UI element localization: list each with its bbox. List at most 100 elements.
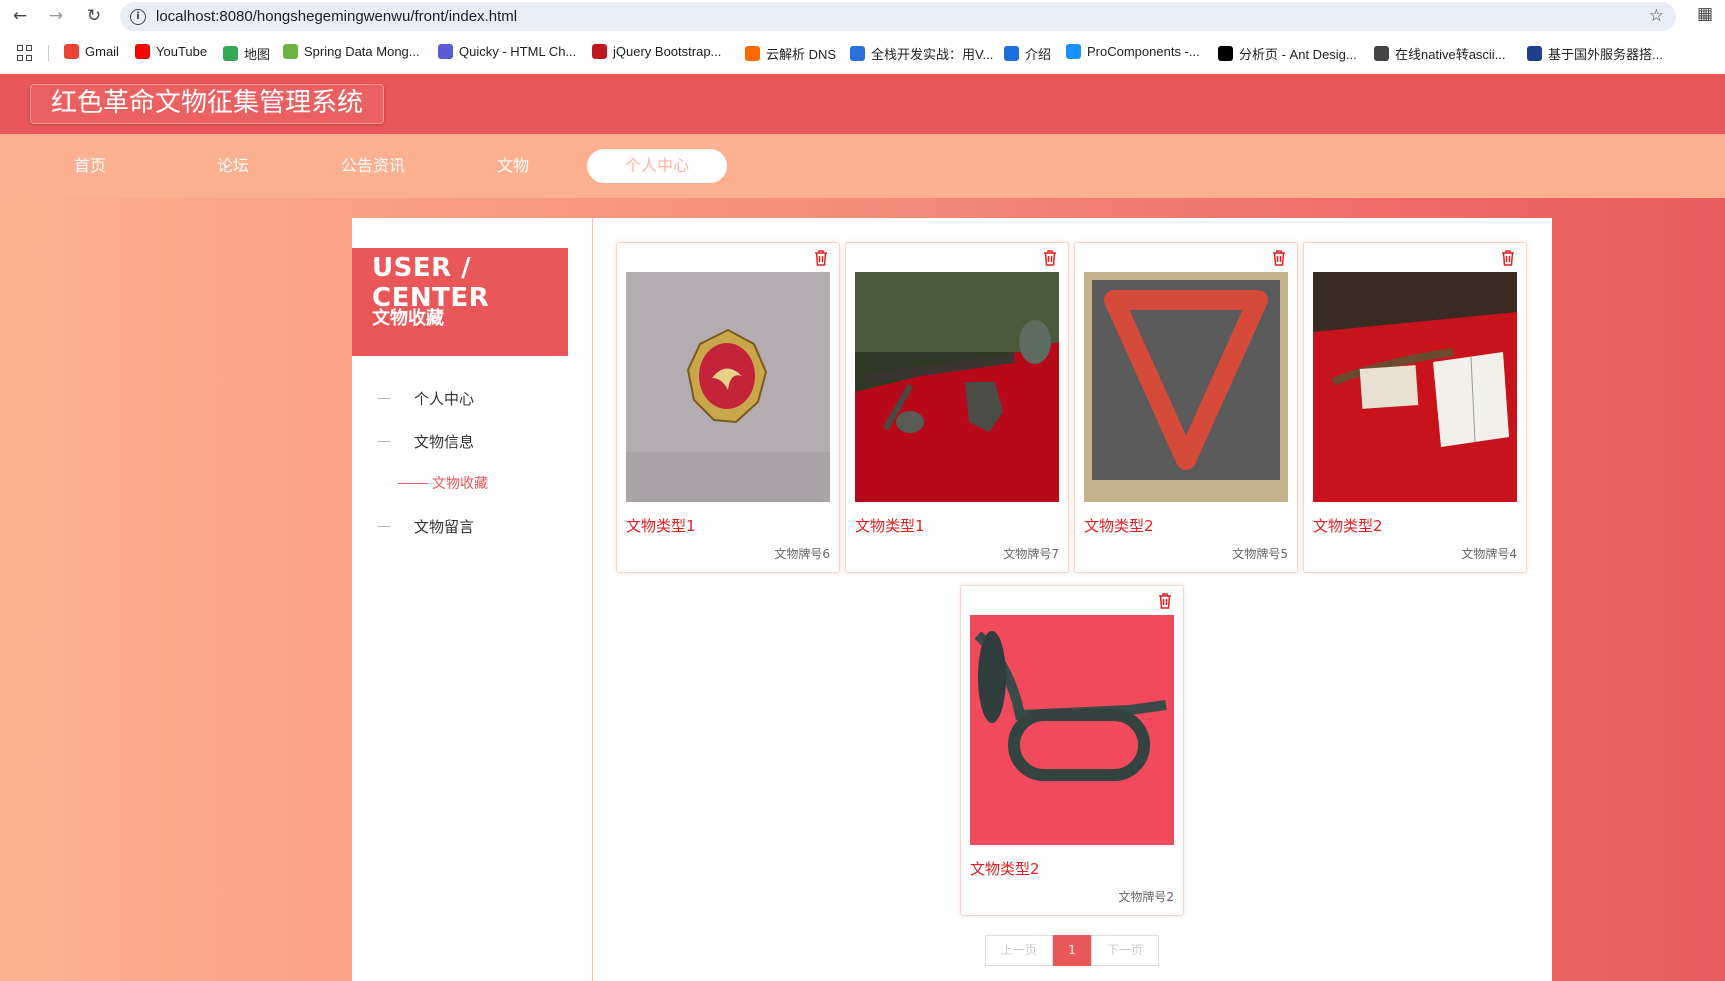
bookmark-label: 基于国外服务器搭... (1548, 47, 1663, 62)
user-sidebar: USER / CENTER 文物收藏 个人中心 文物信息 文物收藏 文物留言 (352, 218, 592, 981)
spring-icon (283, 44, 298, 59)
user-center-subtitle: 文物收藏 (372, 308, 444, 329)
dash-icon (378, 526, 390, 527)
bookmark-label: 介绍 (1025, 47, 1052, 62)
bookmark-label: Quicky - HTML Ch... (459, 44, 577, 59)
messenger-icon (438, 44, 453, 59)
bookmark-item[interactable]: 介绍 (1004, 44, 1051, 63)
relic-card[interactable]: 文物类型1 文物牌号6 (616, 242, 840, 573)
bookmark-item[interactable]: ProComponents -... (1066, 44, 1200, 59)
nav-user-center[interactable]: 个人中心 (587, 149, 727, 183)
sidebar-item-messages[interactable]: 文物留言 (378, 516, 474, 537)
relic-card-number: 文物牌号4 (1461, 547, 1517, 561)
bookmark-label: 在线native转ascii... (1395, 47, 1506, 62)
bookmark-item[interactable]: 云解析 DNS (745, 44, 836, 63)
bookmark-label: 云解析 DNS (766, 47, 837, 62)
relic-card-number: 文物牌号2 (1118, 890, 1174, 904)
bookmarks-bar: Gmail YouTube 地图 Spring Data Mong... Quicky … (0, 38, 1725, 68)
bookmark-label: YouTube (156, 44, 208, 59)
docker-icon (1527, 46, 1542, 61)
dash-icon (378, 441, 390, 442)
main-nav: 首页 论坛 公告资讯 文物 个人中心 (0, 134, 1725, 198)
relic-card-title[interactable]: 文物类型2 (970, 858, 1040, 879)
sidebar-item-label: 文物信息 (414, 433, 475, 451)
active-line-icon (398, 482, 428, 484)
bookmark-item[interactable]: 全栈开发实战：用V... (850, 44, 993, 63)
bookmark-star-icon[interactable]: ☆ (1649, 6, 1664, 26)
apps-icon[interactable] (17, 45, 33, 61)
m-icon (850, 46, 865, 61)
address-bar[interactable]: i localhost:8080/hongshegemingwenwu/fron… (120, 2, 1676, 31)
relic-card-title[interactable]: 文物类型2 (1313, 515, 1383, 536)
dash-icon (378, 398, 390, 399)
nav-home[interactable]: 首页 (20, 149, 160, 183)
user-center-banner: USER / CENTER 文物收藏 (352, 248, 568, 356)
bookmark-item[interactable]: Quicky - HTML Ch... (438, 44, 576, 59)
procomponents-icon (1066, 44, 1081, 59)
sidebar-subitem-label: 文物收藏 (432, 476, 488, 492)
trash-icon[interactable] (1271, 249, 1287, 267)
relic-image-display[interactable] (1313, 272, 1517, 502)
aliyun-icon (745, 46, 760, 61)
jquery-icon (592, 44, 607, 59)
bookmark-label: Spring Data Mong... (304, 44, 420, 59)
relic-card-number: 文物牌号7 (1003, 547, 1059, 561)
bookmark-item[interactable]: jQuery Bootstrap... (592, 44, 721, 59)
sidebar-item-relic-info[interactable]: 文物信息 (378, 431, 474, 452)
relic-card[interactable]: 文物类型2 文物牌号4 (1303, 242, 1527, 573)
sidebar-item-label: 文物留言 (414, 518, 475, 536)
relic-card-title[interactable]: 文物类型2 (1084, 515, 1154, 536)
bookmark-item[interactable]: 地图 (223, 44, 270, 63)
relic-card-number: 文物牌号6 (774, 547, 830, 561)
prev-page-button[interactable]: 上一页 (985, 935, 1053, 966)
relic-image-bugle[interactable] (970, 615, 1174, 845)
relic-card-number: 文物牌号5 (1232, 547, 1288, 561)
next-page-button[interactable]: 下一页 (1091, 935, 1159, 966)
pro-icon (1218, 46, 1233, 61)
trash-icon[interactable] (1042, 249, 1058, 267)
bookmark-label: 分析页 - Ant Desig... (1239, 47, 1357, 62)
sidebar-subitem-favorites[interactable]: 文物收藏 (398, 473, 488, 493)
app-title: 红色革命文物征集管理系统 (30, 84, 385, 124)
relic-card[interactable]: 文物类型2 文物牌号5 (1074, 242, 1298, 573)
bookmark-item[interactable]: 分析页 - Ant Desig... (1218, 44, 1357, 63)
url-text[interactable]: localhost:8080/hongshegemingwenwu/front/… (156, 8, 517, 25)
bookmark-label: 地图 (244, 47, 271, 62)
nav-announcements[interactable]: 公告资讯 (303, 149, 443, 183)
bookmark-item[interactable]: Gmail (64, 44, 119, 59)
forward-icon[interactable]: → (44, 4, 68, 28)
relic-card-title[interactable]: 文物类型1 (855, 515, 925, 536)
bookmark-item[interactable]: 在线native转ascii... (1374, 44, 1506, 63)
bookmark-label: Gmail (85, 44, 119, 59)
back-icon[interactable]: ← (8, 4, 32, 28)
reload-icon[interactable]: ↻ (82, 4, 106, 28)
maps-icon (223, 46, 238, 61)
gmail-icon (64, 44, 79, 59)
current-page-button[interactable]: 1 (1053, 935, 1091, 966)
relic-card[interactable]: 文物类型1 文物牌号7 (845, 242, 1069, 573)
trash-icon[interactable] (813, 249, 829, 267)
nav-forum[interactable]: 论坛 (163, 149, 303, 183)
bookmark-item[interactable]: YouTube (135, 44, 207, 59)
relic-card-title[interactable]: 文物类型1 (626, 515, 696, 536)
site-info-icon[interactable]: i (130, 8, 146, 25)
bookmark-item[interactable]: 基于国外服务器搭... (1527, 44, 1663, 63)
extensions-icon[interactable]: ▦ (1694, 4, 1716, 26)
bookmark-label: jQuery Bootstrap... (613, 44, 722, 59)
relic-image-scarf[interactable] (1084, 272, 1288, 502)
relic-card[interactable]: 文物类型2 文物牌号2 (960, 585, 1184, 916)
trash-icon[interactable] (1157, 592, 1173, 610)
bookmark-label: 全栈开发实战：用V... (871, 47, 994, 62)
relic-image-badge[interactable] (626, 272, 830, 502)
relic-image-weapons[interactable] (855, 272, 1059, 502)
browser-toolbar: ← → ↻ i localhost:8080/hongshegemingwenw… (0, 0, 1725, 32)
github-icon (1374, 46, 1389, 61)
nav-relics[interactable]: 文物 (443, 149, 583, 183)
bookmarks-divider (48, 45, 49, 61)
bookmark-item[interactable]: Spring Data Mong... (283, 44, 420, 59)
youtube-icon (135, 44, 150, 59)
sidebar-item-profile[interactable]: 个人中心 (378, 388, 474, 409)
trash-icon[interactable] (1500, 249, 1516, 267)
sidebar-item-label: 个人中心 (414, 390, 475, 408)
pagination: 上一页 1 下一页 (985, 935, 1159, 966)
